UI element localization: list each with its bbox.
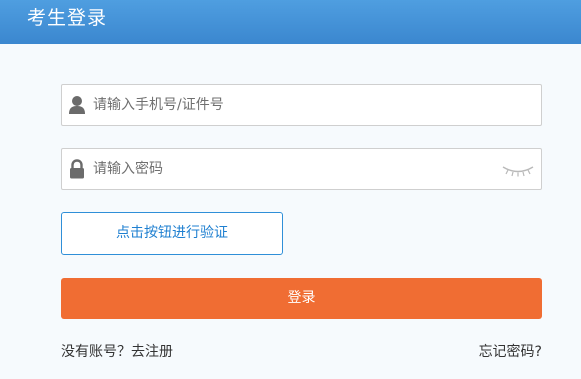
username-field[interactable] — [61, 84, 542, 126]
lock-icon — [68, 159, 86, 179]
password-field[interactable] — [61, 148, 542, 190]
forgot-password-link[interactable]: 忘记密码? — [479, 342, 542, 362]
page-title: 考生登录 — [27, 7, 108, 29]
register-link[interactable]: 没有账号？去注册 — [61, 342, 173, 362]
user-icon — [68, 95, 86, 115]
password-input[interactable] — [93, 149, 503, 189]
username-input[interactable] — [93, 85, 503, 125]
login-header: 考生登录 — [0, 0, 581, 44]
eye-closed-icon[interactable] — [501, 162, 535, 177]
login-button[interactable]: 登录 — [61, 278, 542, 319]
verify-button[interactable]: 点击按钮进行验证 — [61, 212, 283, 255]
